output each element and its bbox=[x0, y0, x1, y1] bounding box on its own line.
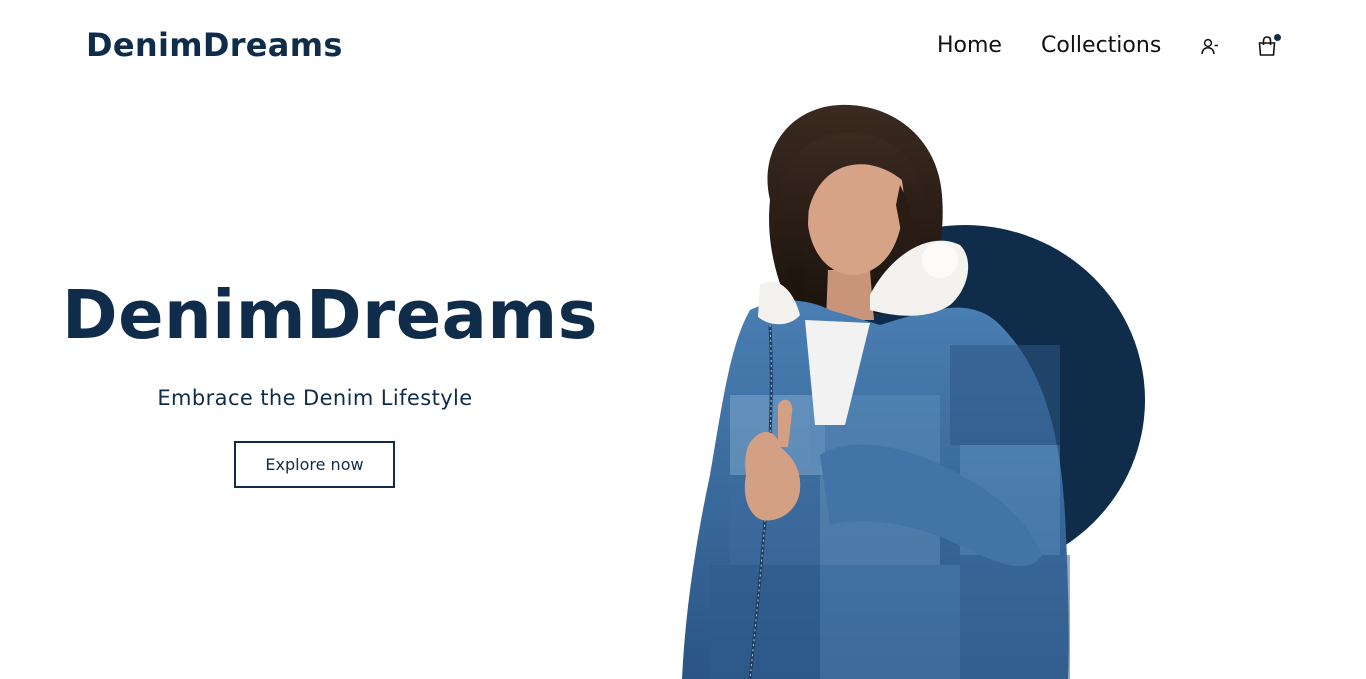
shopping-bag-icon[interactable] bbox=[1256, 34, 1281, 59]
nav-link-home[interactable]: Home bbox=[937, 33, 1002, 58]
hero-visual bbox=[670, 95, 1160, 679]
hero-title: DenimDreams bbox=[62, 276, 599, 354]
nav-link-collections[interactable]: Collections bbox=[1041, 33, 1161, 58]
hero-subtitle: Embrace the Denim Lifestyle bbox=[157, 386, 473, 410]
explore-now-button[interactable]: Explore now bbox=[234, 441, 395, 488]
model-photo bbox=[682, 104, 1070, 679]
brand-logo[interactable]: DenimDreams bbox=[86, 26, 343, 64]
user-icon[interactable] bbox=[1200, 37, 1224, 61]
cart-badge-dot bbox=[1274, 34, 1281, 41]
landing-page: DenimDreams Home Collections DenimDreams… bbox=[0, 0, 1366, 679]
